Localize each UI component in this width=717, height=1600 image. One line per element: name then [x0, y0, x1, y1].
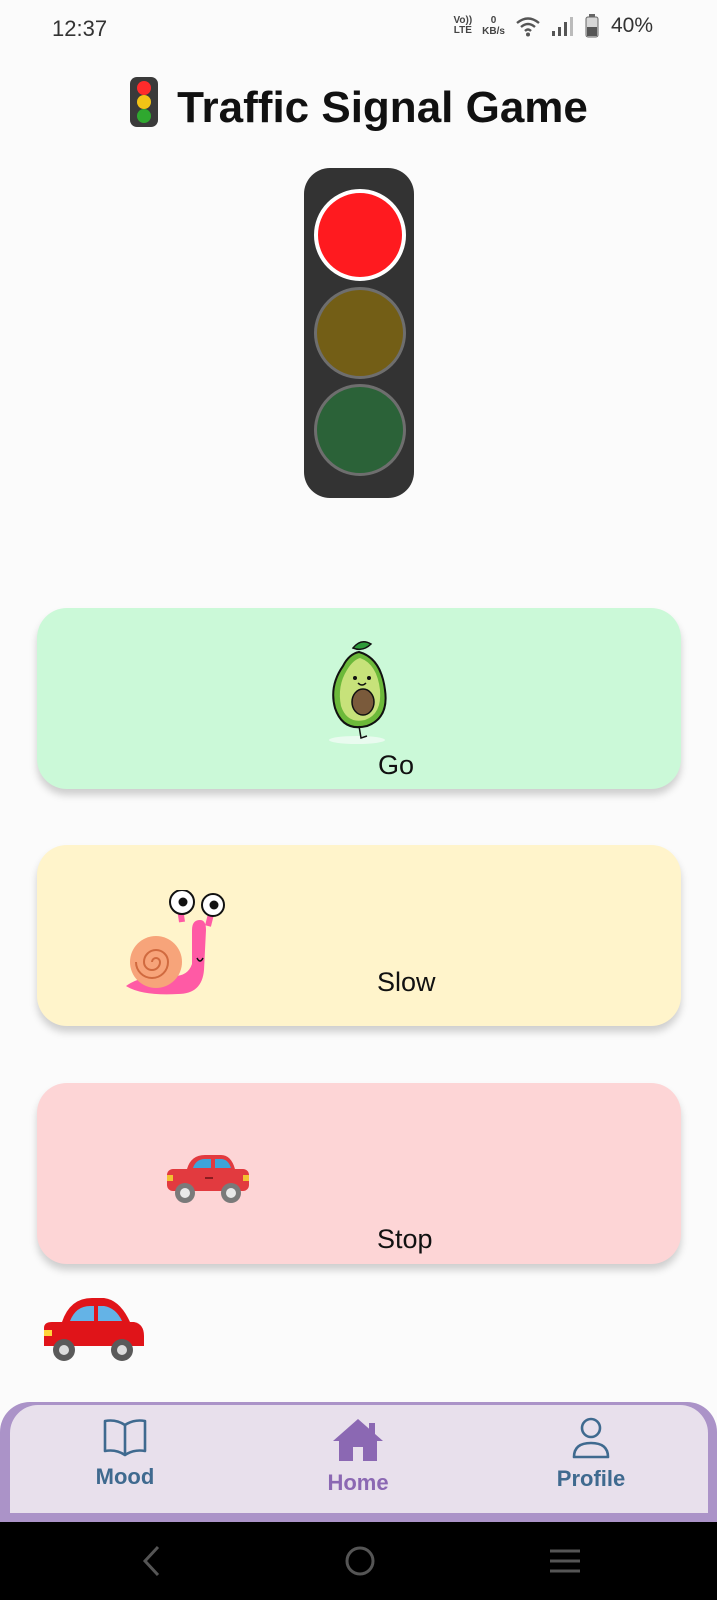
recents-icon[interactable] [548, 1544, 582, 1578]
wifi-icon [516, 17, 540, 37]
red-car-icon [44, 1298, 144, 1361]
home-icon [333, 1419, 383, 1461]
traffic-light-icon [130, 77, 159, 127]
page-title: Traffic Signal Game [0, 76, 717, 133]
green-lamp [314, 384, 406, 476]
back-icon[interactable] [140, 1544, 164, 1578]
volte-indicator: Vo)) LTE [453, 15, 473, 36]
battery-icon [585, 14, 599, 38]
slow-label: Slow [377, 967, 436, 997]
slow-button[interactable]: Slow [37, 845, 681, 1026]
nav-profile-label: Profile [556, 1466, 626, 1491]
bottom-nav: Mood Home Profile [10, 1405, 708, 1513]
car-icon [167, 1155, 249, 1203]
nav-home-label: Home [327, 1470, 389, 1495]
avocado-icon [329, 641, 387, 744]
network-speed: 0 KB/s [482, 15, 505, 37]
home-circle-icon[interactable] [343, 1544, 377, 1578]
status-bar: 12:37 Vo)) LTE 0 KB/s 40% [0, 0, 717, 62]
system-nav-bar [0, 1522, 717, 1600]
person-icon [572, 1417, 610, 1459]
nav-mood-label: Mood [95, 1464, 155, 1489]
yellow-lamp [314, 287, 406, 379]
traffic-light [304, 168, 414, 498]
go-button[interactable]: Go [37, 608, 681, 789]
snail-icon [126, 890, 225, 995]
red-lamp [314, 189, 406, 281]
title-text: Traffic Signal Game [177, 83, 588, 132]
open-book-icon [103, 1419, 147, 1457]
stop-label: Stop [377, 1224, 433, 1254]
nav-profile[interactable]: Profile [521, 1417, 661, 1492]
status-icons: Vo)) LTE 0 KB/s 40% [453, 14, 653, 38]
go-label: Go [378, 750, 415, 780]
stop-button[interactable]: Stop [37, 1083, 681, 1264]
signal-icon [551, 17, 573, 36]
nav-home[interactable]: Home [288, 1417, 428, 1496]
status-time: 12:37 [52, 16, 108, 41]
battery-percent: 40% [610, 14, 653, 37]
nav-mood[interactable]: Mood [55, 1417, 195, 1490]
